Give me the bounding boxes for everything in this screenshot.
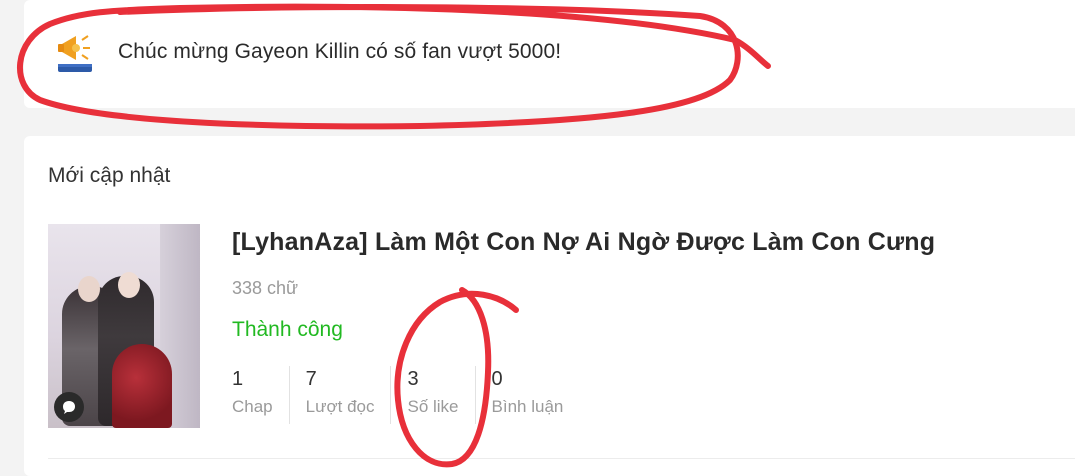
stat-label: Chap — [232, 397, 273, 416]
announcement-content: Chúc mừng Gayeon Killin có số fan vượt 5… — [56, 30, 561, 74]
book-cover[interactable] — [48, 224, 200, 428]
announcement-text: Chúc mừng Gayeon Killin có số fan vượt 5… — [118, 40, 562, 63]
cover-face-left — [78, 276, 100, 302]
stat-value: 1 — [232, 368, 244, 390]
announcement-banner[interactable]: Chúc mừng Gayeon Killin có số fan vượt 5… — [24, 0, 1075, 108]
book-title-link[interactable]: [LyhanAza] Làm Một Con Nợ Ai Ngờ Được Là… — [232, 228, 935, 257]
stat-reads: 7 Lượt đọc — [306, 366, 392, 424]
comment-bubble-icon[interactable] — [54, 392, 84, 422]
cover-face-right — [118, 272, 140, 298]
status-text: Thành công — [232, 318, 343, 341]
stat-label: Bình luận — [491, 397, 564, 416]
divider — [48, 458, 1075, 459]
book-stats: 1 Chap 7 Lượt đọc 3 Số like 0 Bình luận — [232, 366, 595, 424]
megaphone-icon — [56, 30, 96, 74]
stat-label: Số like — [407, 397, 459, 416]
stat-value: 0 — [491, 368, 503, 390]
stat-value: 7 — [305, 368, 317, 390]
section-title: Mới cập nhật — [48, 164, 171, 187]
cover-red-dress — [112, 344, 172, 428]
word-count: 338 chữ — [232, 278, 299, 298]
stat-likes: 3 Số like — [407, 366, 476, 424]
stat-value: 3 — [407, 368, 419, 390]
stat-label: Lượt đọc — [305, 397, 375, 416]
stat-chapters: 1 Chap — [232, 366, 290, 424]
stat-comments: 0 Bình luận — [492, 366, 580, 424]
recent-updates-section: Mới cập nhật [LyhanAza] Làm Một Con Nợ A… — [24, 136, 1075, 476]
